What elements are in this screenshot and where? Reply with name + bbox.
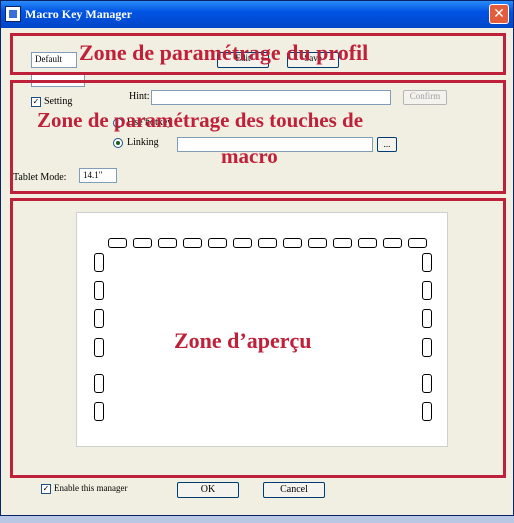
window-title: Macro Key Manager — [25, 7, 133, 21]
preview-zone-label: Zone d’aperçu — [174, 328, 312, 353]
tablet-mode-label: Tablet Mode: — [13, 172, 67, 183]
title-bar: Macro Key Manager ✕ — [1, 1, 513, 28]
taskbar-strip — [0, 516, 514, 523]
ok-button[interactable]: OK — [177, 482, 239, 498]
enable-manager-label: Enable this manager — [54, 483, 128, 493]
enable-manager-checkbox[interactable]: ✓ — [41, 484, 51, 494]
app-icon — [5, 6, 21, 22]
close-button[interactable]: ✕ — [489, 4, 509, 24]
macro-key-manager-window: Macro Key Manager ✕ Default Edit Save Zo… — [0, 0, 514, 516]
tablet-mode-field[interactable]: 14.1" — [79, 168, 117, 183]
cancel-button[interactable]: Cancel — [263, 482, 325, 498]
macro-zone-label-line2: macro — [221, 144, 278, 168]
profile-zone-label: Zone de paramétrage du profil — [79, 40, 369, 65]
macro-zone-label-line1: Zone de paramétrage des touches de — [37, 108, 364, 132]
